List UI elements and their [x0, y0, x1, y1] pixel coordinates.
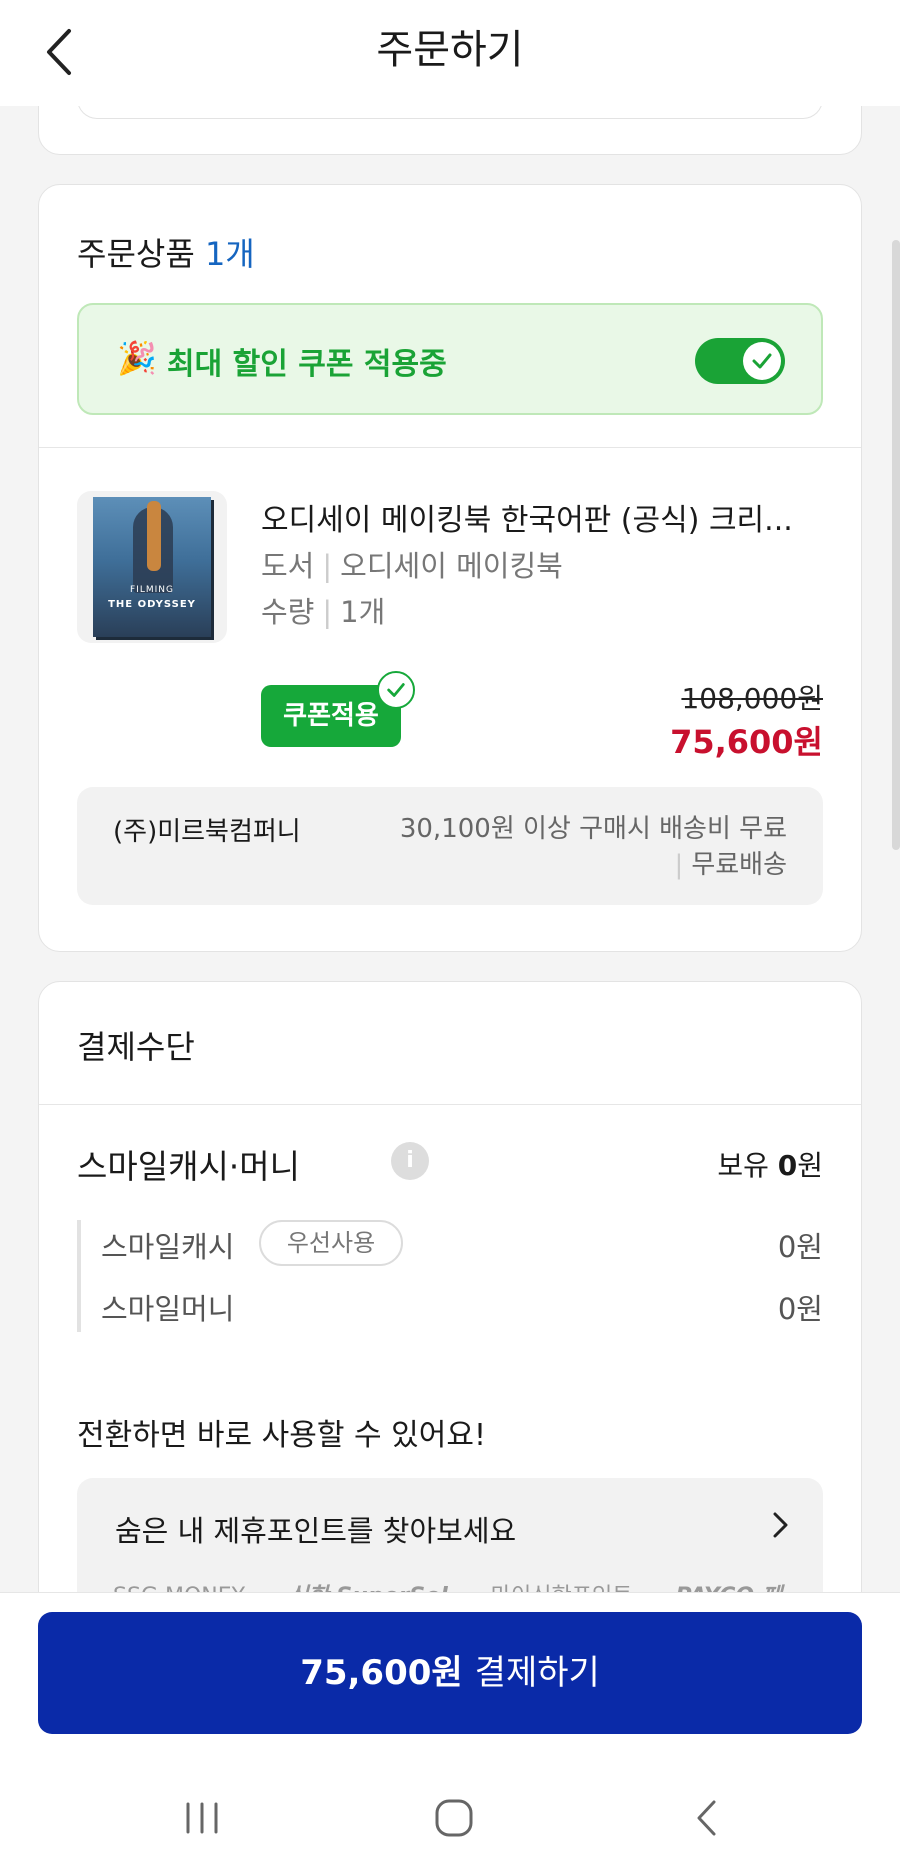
coupon-banner-text: 최대 할인 쿠폰 적용중: [167, 347, 447, 382]
convert-promo-text: 전환하면 바로 사용할 수 있어요!: [77, 1418, 486, 1453]
find-points-text: 숨은 내 제휴포인트를 찾아보세요: [115, 1514, 517, 1548]
system-back-button[interactable]: [646, 1773, 766, 1863]
smile-money-label: 스마일머니: [101, 1292, 235, 1326]
product-series: 오디세이 메이킹북: [340, 549, 563, 583]
scrollbar[interactable]: [892, 240, 900, 850]
system-nav-bar: [0, 1773, 900, 1863]
back-arrow-icon: [697, 1800, 716, 1836]
smile-cash-money-title: 스마일캐시·머니: [77, 1147, 301, 1186]
toggle-knob: [743, 342, 781, 380]
priority-use-chip[interactable]: 우선사용: [259, 1220, 403, 1266]
seller-name[interactable]: (주)미르북컴퍼니: [113, 811, 301, 848]
bottom-pay-bar: 75,600원 결제하기: [0, 1592, 900, 1863]
smile-balance: 보유 0원: [717, 1144, 823, 1184]
pay-label: 결제하기: [474, 1653, 600, 1693]
max-coupon-banner: 🎉 최대 할인 쿠폰 적용중: [77, 303, 823, 415]
divider: [39, 1104, 861, 1105]
smile-cash-label: 스마일캐시: [101, 1230, 235, 1264]
qty-label: 수량: [261, 595, 315, 629]
order-items-count: 1개: [204, 235, 255, 273]
seller-shipping-box: (주)미르북컴퍼니 30,100원 이상 구매시 배송비 무료 | 무료배송: [77, 787, 823, 905]
qty-value: 1개: [340, 595, 386, 629]
product-thumbnail[interactable]: FILMING THE ODYSSEY: [77, 491, 227, 643]
cover-text: FILMING: [130, 585, 174, 595]
payment-method-card: 결제수단 스마일캐시·머니 i 보유 0원 스마일캐시 우선사용 0원 스마일머…: [38, 981, 862, 1602]
find-points-link[interactable]: 숨은 내 제휴포인트를 찾아보세요 SSG MONEY 신한 SuperSol …: [77, 1478, 823, 1602]
book-cover-image: FILMING THE ODYSSEY: [93, 497, 211, 637]
order-items-label: 주문상품: [77, 235, 195, 273]
coupon-check-badge: [377, 671, 415, 709]
product-category: 도서: [261, 549, 315, 583]
shipping-condition: 30,100원 이상 구매시 배송비 무료: [399, 814, 787, 844]
product-name[interactable]: 오디세이 메이킹북 한국어판 (공식) 크리...: [261, 495, 831, 539]
shipping-type: 무료배송: [691, 850, 787, 880]
page-title: 주문하기: [376, 27, 524, 73]
smile-money-amount: 0원: [777, 1292, 823, 1326]
smile-sub-list: 스마일캐시 우선사용 0원 스마일머니 0원: [77, 1220, 823, 1332]
balance-label: 보유: [717, 1149, 769, 1182]
top-app-bar: 주문하기: [0, 0, 900, 106]
shipping-type-row: | 무료배송: [674, 850, 787, 880]
sale-price: 75,600원: [670, 723, 823, 761]
order-items-card: 주문상품 1개 🎉 최대 할인 쿠폰 적용중 FILMING THE ODYSS…: [38, 184, 862, 952]
smile-cash-amount: 0원: [777, 1230, 823, 1264]
home-icon: [435, 1799, 473, 1837]
party-popper-icon: 🎉: [117, 339, 157, 377]
coupon-toggle[interactable]: [695, 338, 785, 384]
check-icon: [752, 353, 772, 369]
smile-cash-row: 스마일캐시 우선사용 0원: [101, 1220, 823, 1266]
home-button[interactable]: [394, 1773, 514, 1863]
pay-amount: 75,600원: [300, 1653, 463, 1693]
order-items-heading: 주문상품 1개: [77, 229, 255, 275]
pay-button[interactable]: 75,600원 결제하기: [38, 1612, 862, 1734]
balance-value: 0: [777, 1149, 798, 1182]
recent-apps-button[interactable]: [142, 1773, 262, 1863]
product-category-row: 도서 | 오디세이 메이킹북: [261, 549, 563, 583]
payment-method-heading: 결제수단: [77, 1028, 195, 1066]
check-icon: [387, 683, 405, 697]
chevron-right-icon: [773, 1512, 788, 1538]
product-qty-row: 수량 | 1개: [261, 595, 386, 629]
smile-money-row: 스마일머니 0원: [101, 1282, 823, 1328]
shipping-info: 30,100원 이상 구매시 배송비 무료 | 무료배송: [400, 811, 787, 883]
original-price: 108,000원: [681, 682, 823, 715]
balance-unit: 원: [797, 1149, 823, 1182]
divider: [39, 447, 861, 448]
cover-title: THE ODYSSEY: [108, 599, 196, 610]
recent-apps-icon: [186, 1802, 218, 1834]
info-icon[interactable]: i: [391, 1142, 429, 1180]
